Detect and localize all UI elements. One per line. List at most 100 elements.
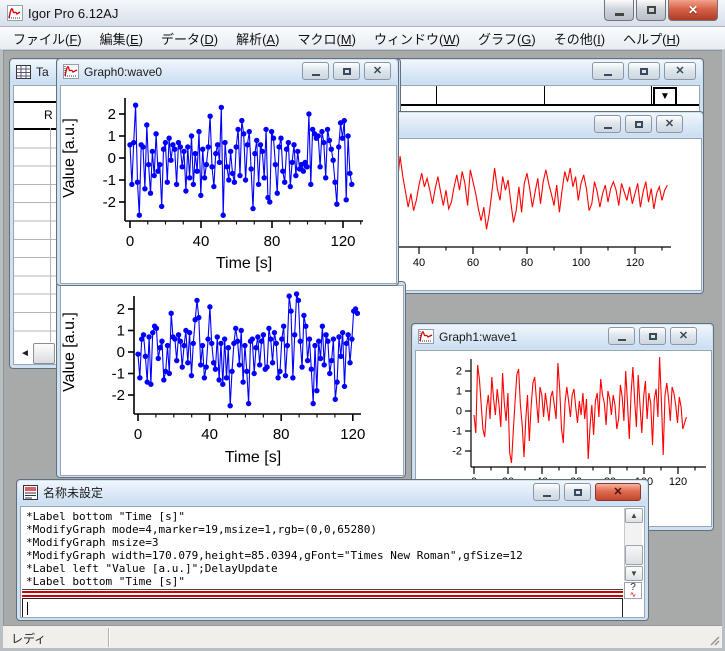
minimize-icon xyxy=(312,74,320,76)
command-close-button[interactable]: ✕ xyxy=(595,483,641,501)
table-icon xyxy=(16,65,31,79)
table-cell-border xyxy=(436,86,437,104)
graph1-close-button[interactable]: ✕ xyxy=(670,327,697,345)
svg-text:Value [a.u.]: Value [a.u.] xyxy=(61,312,78,392)
svg-text:Time [s]: Time [s] xyxy=(216,255,272,272)
svg-text:-2: -2 xyxy=(103,194,116,211)
table-top-close-button[interactable]: ✕ xyxy=(664,62,696,80)
svg-text:0: 0 xyxy=(134,426,142,443)
menu-item-8[interactable]: ヘルプ(H) xyxy=(614,27,689,50)
svg-text:120: 120 xyxy=(340,426,365,443)
graph0-maximize-button[interactable] xyxy=(333,62,360,80)
menu-item-1[interactable]: 編集(E) xyxy=(91,27,152,50)
command-input[interactable] xyxy=(22,598,623,618)
minimize-icon xyxy=(604,74,612,76)
table-header-cell: R xyxy=(44,108,53,122)
menu-item-7[interactable]: その他(I) xyxy=(545,27,614,50)
graph0-minimize-button[interactable] xyxy=(302,62,329,80)
graph-icon xyxy=(63,64,79,79)
svg-text:80: 80 xyxy=(273,426,290,443)
menu-item-4[interactable]: マクロ(M) xyxy=(288,27,365,50)
graph0-plot: 04080120-2-1012Time [s]Value [a.u.] xyxy=(61,86,397,284)
graph-red-minimize-button[interactable] xyxy=(594,115,621,133)
command-history: *Label bottom "Time [s]"*ModifyGraph mod… xyxy=(22,508,623,588)
graph-red-maximize-button[interactable] xyxy=(625,115,652,133)
close-icon: ✕ xyxy=(613,487,622,498)
svg-text:120: 120 xyxy=(669,476,687,488)
history-line: *ModifyGraph mode=4,marker=19,msize=1,rg… xyxy=(26,523,623,536)
close-icon: ✕ xyxy=(373,66,382,77)
graph-blue2-window: 0 40 80 120 -2 -1 0 1 2 Time [s] Value [a.u.] xyxy=(56,281,406,478)
close-icon: ✕ xyxy=(679,331,688,342)
svg-text:120: 120 xyxy=(626,257,644,269)
scroll-up-button[interactable]: ▲ xyxy=(625,508,643,523)
command-title: 名称未設定 xyxy=(43,484,103,501)
minimize-icon xyxy=(618,339,626,341)
main-maximize-button[interactable] xyxy=(636,0,666,21)
help-squiggle-icon: ∿ xyxy=(630,592,637,597)
graph0-title: Graph0:wave0 xyxy=(84,65,162,79)
graph0-close-button[interactable]: ✕ xyxy=(364,62,391,80)
command-scrollbar: ▲ ▼ xyxy=(624,508,642,581)
text-caret xyxy=(27,602,28,615)
scrollbar-thumb[interactable] xyxy=(625,545,643,565)
main-close-button[interactable]: ✕ xyxy=(668,0,718,21)
svg-text:0: 0 xyxy=(108,150,116,167)
menu-item-5[interactable]: ウィンドウ(W) xyxy=(365,27,469,50)
graph-blue2-content: 0 40 80 120 -2 -1 0 1 2 Time [s] Value [a.u.] xyxy=(60,285,404,476)
table-hscroll-thumb[interactable] xyxy=(33,343,55,364)
menu-item-3[interactable]: 解析(A) xyxy=(227,27,288,50)
scroll-down-button[interactable]: ▼ xyxy=(625,566,643,581)
menu-item-2[interactable]: データ(D) xyxy=(152,27,227,50)
command-window-icon xyxy=(23,485,38,500)
table-cell-border xyxy=(651,86,652,104)
svg-text:2: 2 xyxy=(456,366,462,378)
svg-text:Time [s]: Time [s] xyxy=(225,449,281,466)
minimize-icon xyxy=(615,13,624,16)
main-minimize-button[interactable] xyxy=(604,0,634,21)
history-line: *Label bottom "Time [s]" xyxy=(26,510,623,523)
command-separator xyxy=(22,589,623,598)
maximize-icon xyxy=(640,68,648,75)
svg-text:1: 1 xyxy=(456,386,462,398)
svg-text:40: 40 xyxy=(201,426,218,443)
menu-item-0[interactable]: ファイル(F) xyxy=(4,27,91,50)
svg-text:120: 120 xyxy=(330,233,355,250)
statusbar: レディ xyxy=(3,625,722,648)
svg-text:-1: -1 xyxy=(452,426,462,438)
table-top-maximize-button[interactable] xyxy=(628,62,660,80)
resize-grip[interactable] xyxy=(709,635,720,646)
svg-text:-1: -1 xyxy=(112,366,125,383)
svg-text:Value [a.u.]: Value [a.u.] xyxy=(61,118,78,198)
table-column-border xyxy=(50,128,51,342)
table-top-minimize-button[interactable] xyxy=(592,62,624,80)
graph1-titlebar[interactable]: Graph1:wave1 xyxy=(413,325,712,348)
graph1-maximize-button[interactable] xyxy=(639,327,666,345)
graph-icon xyxy=(418,329,434,344)
svg-text:40: 40 xyxy=(413,257,425,269)
command-help-button[interactable]: ? ∿ xyxy=(624,582,642,599)
graph0-content: 04080120-2-1012Time [s]Value [a.u.] xyxy=(60,85,397,284)
svg-text:-2: -2 xyxy=(112,387,125,404)
history-line: *ModifyGraph width=170.079,height=85.039… xyxy=(26,549,623,562)
igor-app-icon xyxy=(7,5,23,21)
scroll-left-arrow-icon[interactable]: ◄ xyxy=(20,348,30,359)
close-icon: ✕ xyxy=(675,66,684,77)
menu-item-6[interactable]: グラフ(G) xyxy=(469,27,545,50)
chevron-down-icon: ▼ xyxy=(660,91,670,102)
svg-text:1: 1 xyxy=(117,323,125,340)
svg-text:0: 0 xyxy=(117,344,125,361)
graph1-minimize-button[interactable] xyxy=(608,327,635,345)
svg-text:60: 60 xyxy=(467,257,479,269)
svg-text:2: 2 xyxy=(117,301,125,318)
command-maximize-button[interactable] xyxy=(564,483,591,501)
maximize-icon xyxy=(649,333,657,340)
graph-blue2-plot: 0 40 80 120 -2 -1 0 1 2 Time [s] Value [a.u.] xyxy=(61,286,404,476)
graph-red-close-button[interactable]: ✕ xyxy=(656,115,683,133)
history-line: *Label left "Value [a.u.]";DelayUpdate xyxy=(26,562,623,575)
svg-text:0: 0 xyxy=(126,233,134,250)
history-line: *Label bottom "Time [s]" xyxy=(26,575,623,588)
svg-text:100: 100 xyxy=(572,257,590,269)
close-icon: ✕ xyxy=(665,119,674,130)
command-minimize-button[interactable] xyxy=(533,483,560,501)
